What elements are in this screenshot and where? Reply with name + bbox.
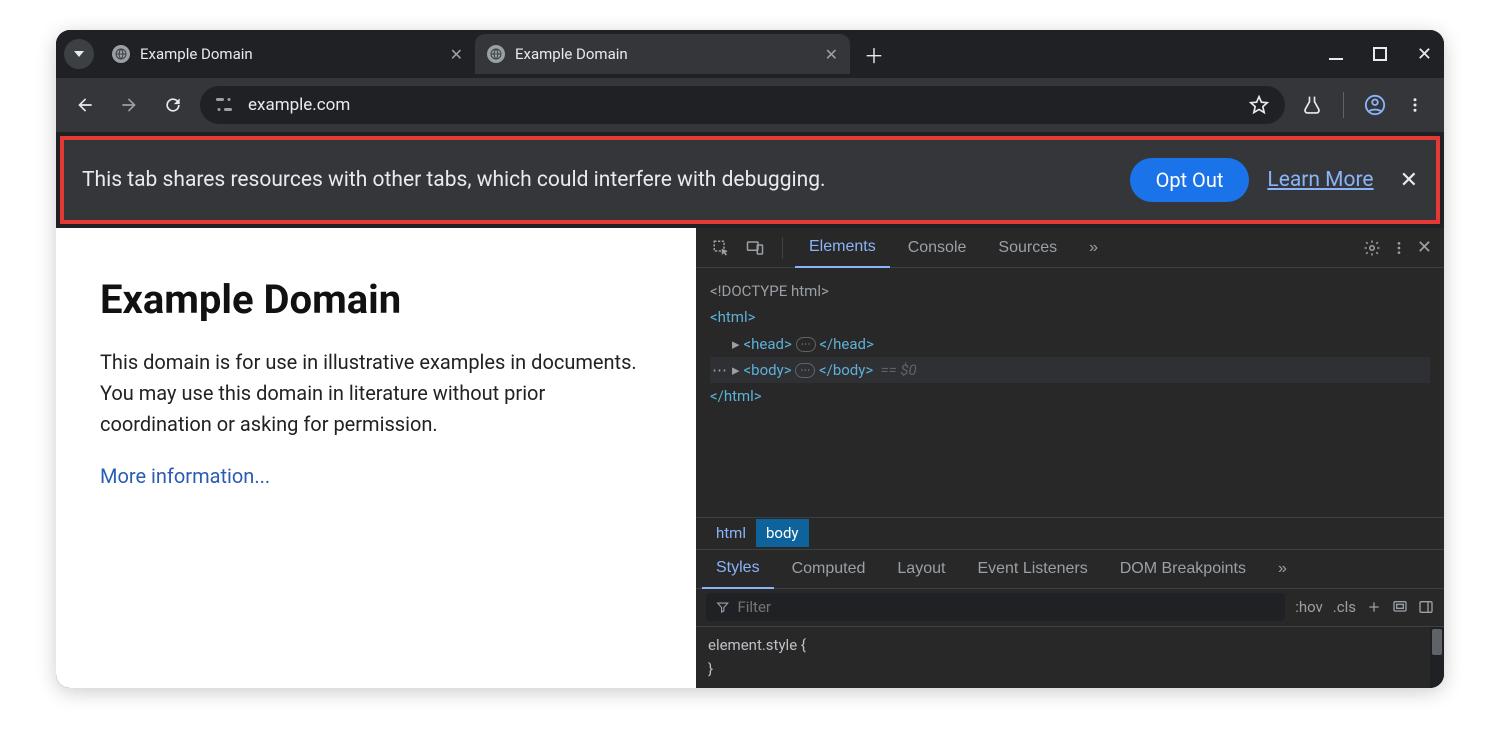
tab-inactive[interactable]: Example Domain ✕	[100, 34, 475, 74]
styles-filter-input[interactable]	[737, 598, 1275, 616]
tab-title: Example Domain	[140, 45, 440, 63]
globe-icon	[112, 45, 130, 63]
styles-tab-dombreakpoints[interactable]: DOM Breakpoints	[1106, 549, 1260, 589]
tab-strip: Example Domain ✕ Example Domain ✕ ＋ ✕	[56, 30, 1444, 78]
device-toolbar-icon[interactable]	[740, 233, 770, 263]
learn-more-link[interactable]: Learn More	[1267, 168, 1373, 192]
dom-body-row[interactable]: ▸<body> ⋯ </body> == $0	[710, 357, 1430, 383]
tab-search-dropdown[interactable]	[64, 39, 94, 69]
element-style-close: }	[708, 657, 1432, 682]
browser-window: Example Domain ✕ Example Domain ✕ ＋ ✕	[56, 30, 1444, 688]
labs-icon[interactable]	[1295, 88, 1329, 122]
computed-styles-toggle-icon[interactable]	[1392, 599, 1408, 615]
page-content: Example Domain This domain is for use in…	[56, 228, 696, 688]
styles-tab-layout[interactable]: Layout	[883, 549, 959, 589]
scrollbar[interactable]	[1430, 627, 1444, 689]
inspect-element-icon[interactable]	[706, 233, 736, 263]
devtools-settings-icon[interactable]	[1363, 239, 1381, 257]
cls-toggle[interactable]: .cls	[1333, 598, 1356, 616]
forward-button[interactable]	[112, 88, 146, 122]
scrollbar-thumb[interactable]	[1432, 629, 1442, 655]
filter-icon	[716, 600, 729, 614]
opt-out-button[interactable]: Opt Out	[1130, 158, 1250, 202]
url-text: example.com	[248, 95, 350, 115]
tab-close-button[interactable]: ✕	[825, 45, 838, 64]
dom-html-open[interactable]: <html>	[710, 304, 1430, 330]
maximize-button[interactable]	[1373, 47, 1387, 61]
new-tab-button[interactable]: ＋	[864, 40, 884, 69]
infobar-highlight: This tab shares resources with other tab…	[60, 136, 1440, 224]
tab-close-button[interactable]: ✕	[450, 45, 463, 64]
breadcrumb-html[interactable]: html	[706, 519, 756, 547]
devtools-close-icon[interactable]: ✕	[1417, 237, 1432, 258]
dom-html-close[interactable]: </html>	[710, 383, 1430, 409]
styles-toolbar: :hov .cls	[696, 589, 1444, 627]
styles-tabstrip: Styles Computed Layout Event Listeners D…	[696, 549, 1444, 589]
profile-icon[interactable]	[1358, 88, 1392, 122]
element-style-open: element.style {	[708, 633, 1432, 658]
page-body: This domain is for use in illustrative e…	[100, 347, 652, 440]
devtools-tab-overflow[interactable]: »	[1075, 228, 1112, 268]
devtools-tabstrip: Elements Console Sources » ✕	[696, 228, 1444, 268]
infobar-close-button[interactable]: ✕	[1400, 168, 1418, 193]
minimize-button[interactable]	[1329, 47, 1343, 61]
toolbar: example.com	[56, 78, 1444, 132]
tab-title: Example Domain	[515, 45, 815, 63]
devtools-tab-sources[interactable]: Sources	[984, 228, 1071, 268]
bookmark-star-icon[interactable]	[1249, 95, 1269, 115]
styles-tab-overflow[interactable]: »	[1264, 549, 1301, 589]
toolbar-right	[1295, 88, 1432, 122]
infobar: This tab shares resources with other tab…	[64, 140, 1436, 220]
site-settings-icon[interactable]	[216, 98, 236, 112]
styles-body[interactable]: element.style { }	[696, 627, 1444, 689]
back-button[interactable]	[68, 88, 102, 122]
dom-breadcrumb: html body	[696, 517, 1444, 549]
styles-sidebar-toggle-icon[interactable]	[1418, 599, 1434, 615]
devtools-kebab-icon[interactable]	[1391, 240, 1407, 256]
page-heading: Example Domain	[100, 276, 652, 323]
infobar-message: This tab shares resources with other tab…	[82, 168, 1112, 192]
dom-head-row[interactable]: ▸<head> ⋯ </head>	[710, 331, 1430, 357]
new-style-rule-icon[interactable]	[1366, 599, 1382, 615]
styles-filter[interactable]	[706, 593, 1285, 621]
close-window-button[interactable]: ✕	[1417, 44, 1432, 65]
window-controls: ✕	[1329, 44, 1432, 65]
devtools-tab-elements[interactable]: Elements	[795, 228, 890, 268]
address-bar[interactable]: example.com	[200, 86, 1285, 124]
styles-tab-computed[interactable]: Computed	[778, 549, 880, 589]
globe-icon	[487, 45, 505, 63]
chevron-down-icon	[74, 51, 84, 57]
dom-tree[interactable]: <!DOCTYPE html> <html> ▸<head> ⋯ </head>…	[696, 268, 1444, 517]
styles-tab-eventlisteners[interactable]: Event Listeners	[963, 549, 1101, 589]
content-split: Example Domain This domain is for use in…	[56, 228, 1444, 688]
reload-button[interactable]	[156, 88, 190, 122]
tab-active[interactable]: Example Domain ✕	[475, 34, 850, 74]
hov-toggle[interactable]: :hov	[1295, 598, 1323, 616]
breadcrumb-body[interactable]: body	[756, 519, 809, 547]
divider	[1343, 92, 1344, 118]
styles-tab-styles[interactable]: Styles	[702, 549, 774, 589]
devtools-panel: Elements Console Sources » ✕ <!DOCTYPE h…	[696, 228, 1444, 688]
dom-doctype: <!DOCTYPE html>	[710, 278, 1430, 304]
devtools-tab-console[interactable]: Console	[894, 228, 981, 268]
more-info-link[interactable]: More information...	[100, 464, 270, 488]
kebab-menu-icon[interactable]	[1398, 88, 1432, 122]
